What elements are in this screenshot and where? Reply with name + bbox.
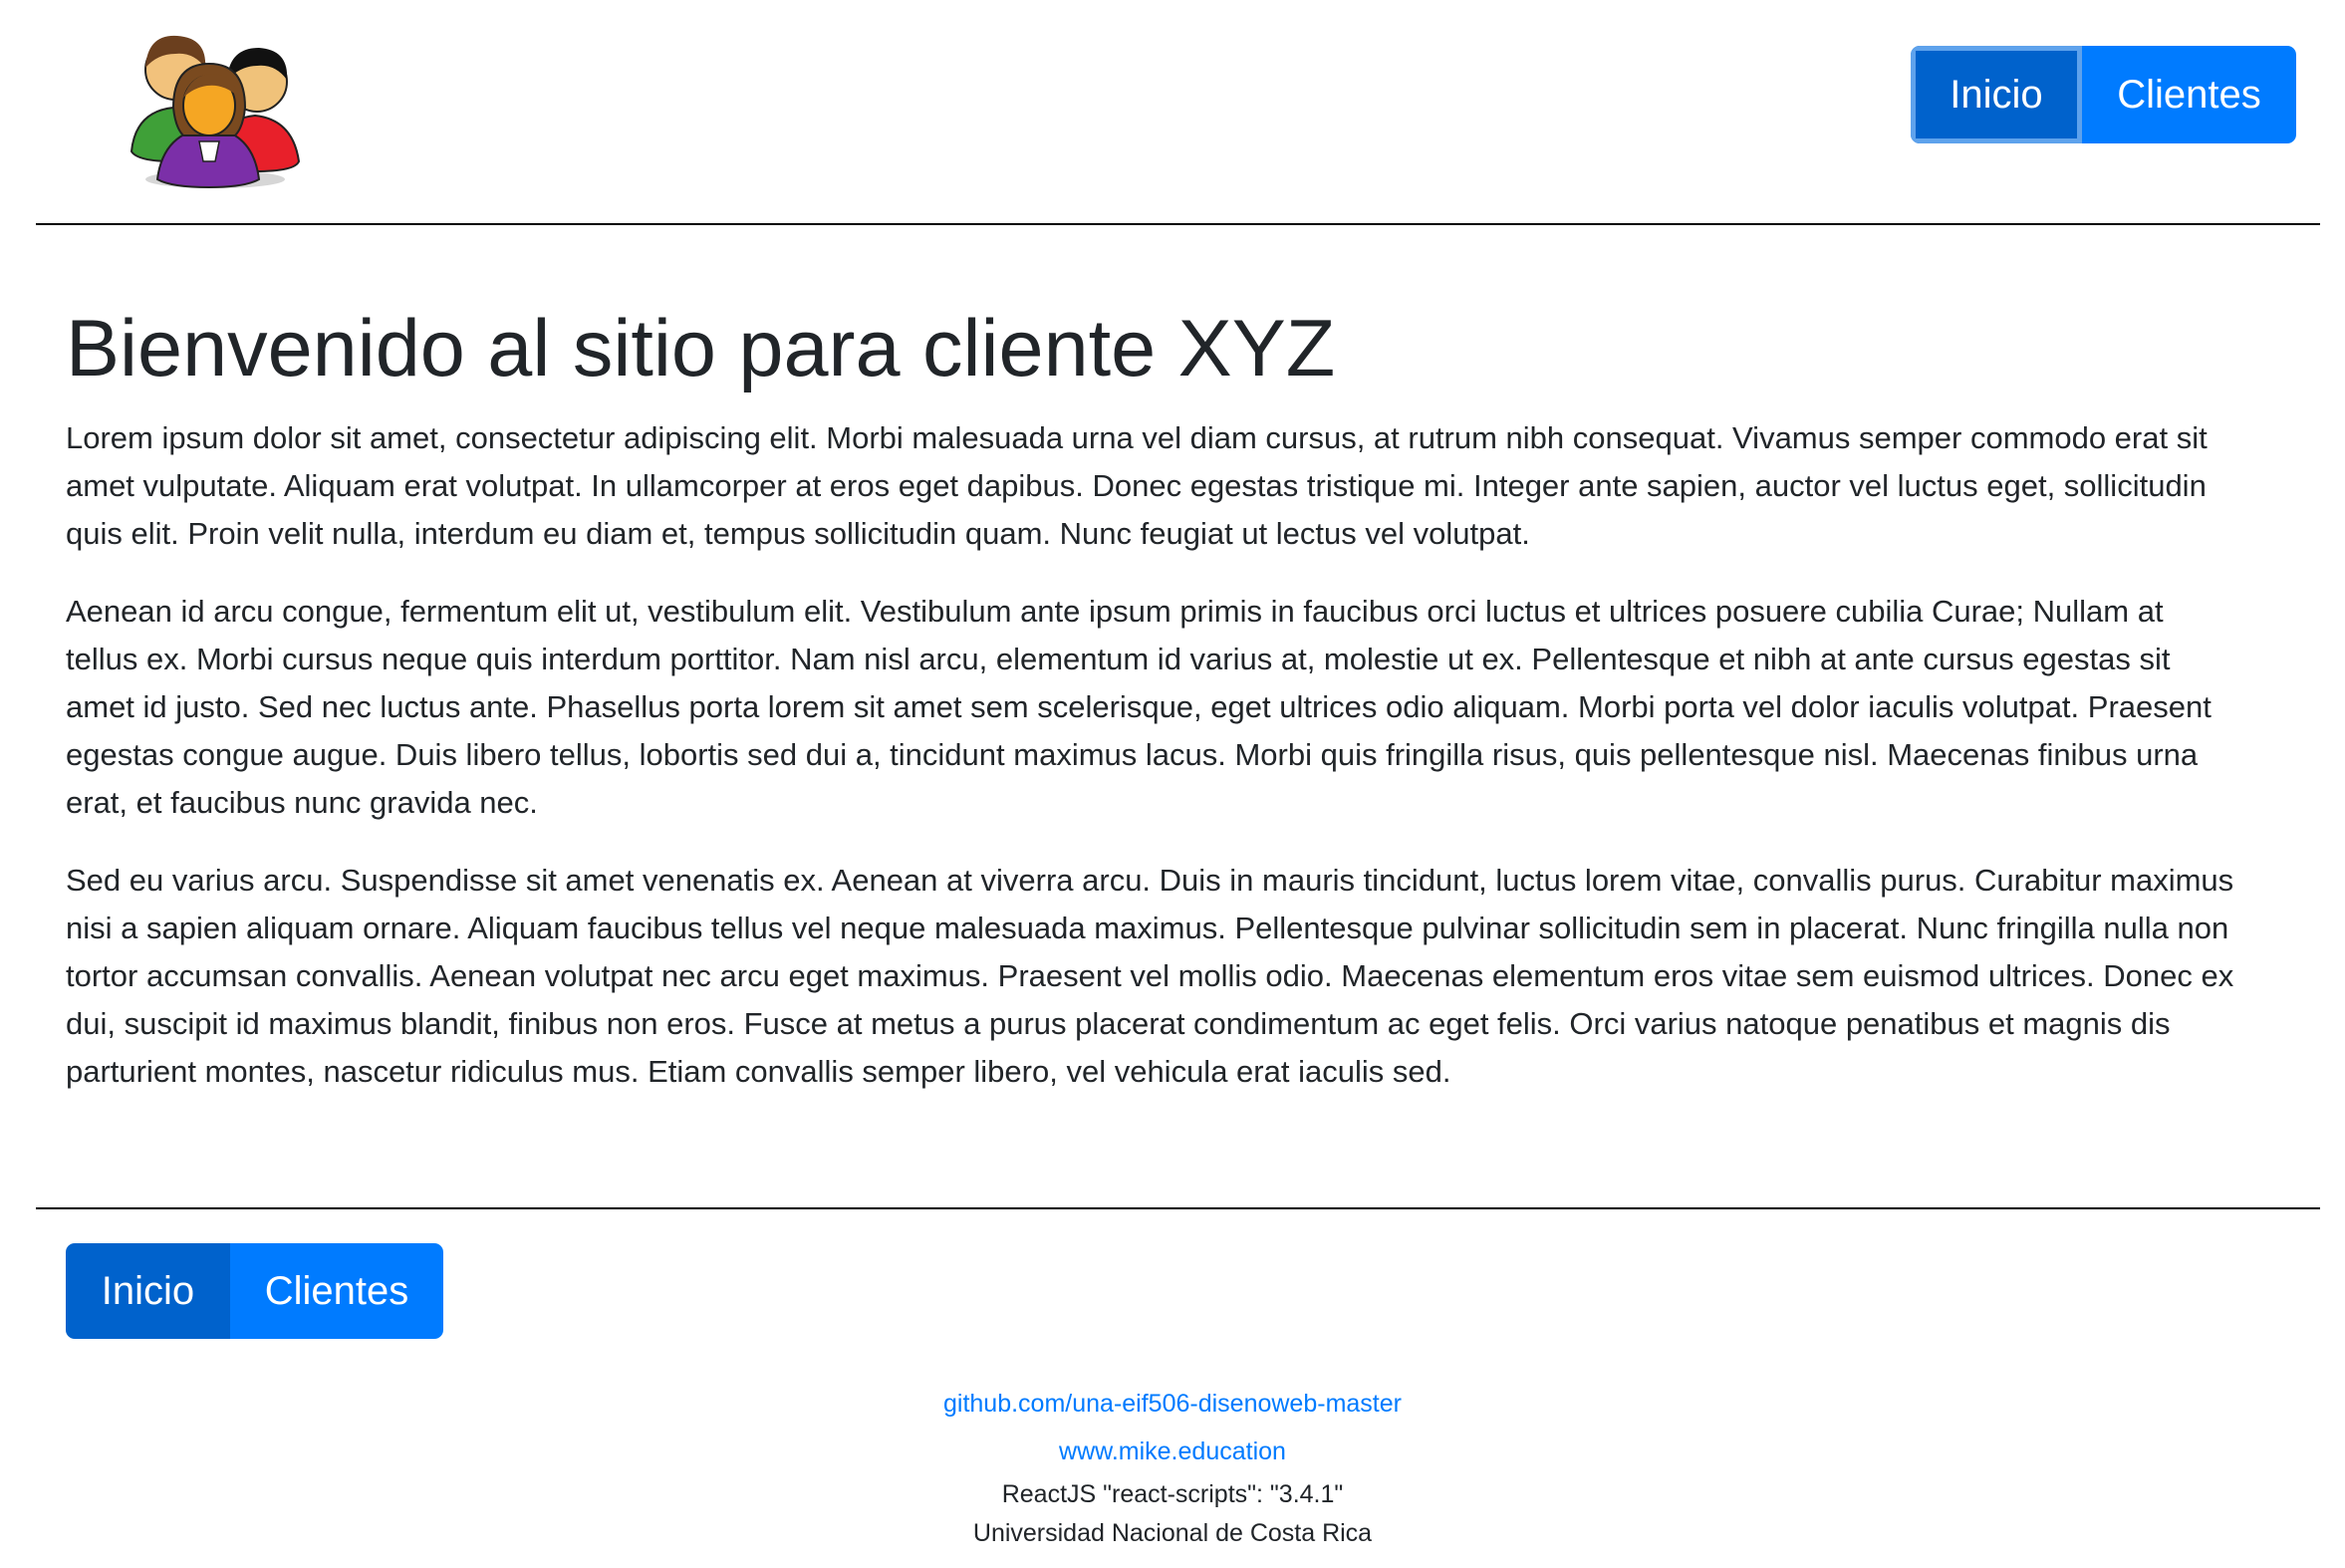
header-inicio-button[interactable]: Inicio: [1911, 46, 2082, 143]
header-clientes-button[interactable]: Clientes: [2082, 46, 2296, 143]
mike-education-link[interactable]: www.mike.education: [0, 1428, 2345, 1475]
footer-nav: Inicio Clientes: [66, 1243, 443, 1339]
main-content: Bienvenido al sitio para cliente XYZ Lor…: [66, 299, 2237, 1126]
tech-version-text: ReactJS "react-scripts": "3.4.1": [1001, 1480, 1344, 1508]
group-of-people-icon: [130, 35, 301, 189]
paragraph-3: Sed eu varius arcu. Suspendisse sit amet…: [66, 863, 2234, 1089]
footer-divider: [36, 1207, 2320, 1209]
header-nav: Inicio Clientes: [1911, 46, 2296, 143]
university-text: Universidad Nacional de Costa Rica: [972, 1519, 1373, 1547]
footer-clientes-button[interactable]: Clientes: [230, 1243, 443, 1339]
footer-credits: github.com/una-eif506-disenoweb-master w…: [0, 1380, 2345, 1553]
paragraph-1: Lorem ipsum dolor sit amet, consectetur …: [66, 420, 2208, 551]
paragraph-2: Aenean id arcu congue, fermentum elit ut…: [66, 594, 2212, 820]
github-link[interactable]: github.com/una-eif506-disenoweb-master: [0, 1380, 2345, 1428]
header-divider: [36, 223, 2320, 225]
page: Inicio Clientes Bienvenido al sitio para…: [0, 0, 2345, 1568]
site-header: Inicio Clientes: [36, 0, 2320, 225]
page-title: Bienvenido al sitio para cliente XYZ: [66, 304, 1336, 393]
footer-inicio-button[interactable]: Inicio: [66, 1243, 230, 1339]
